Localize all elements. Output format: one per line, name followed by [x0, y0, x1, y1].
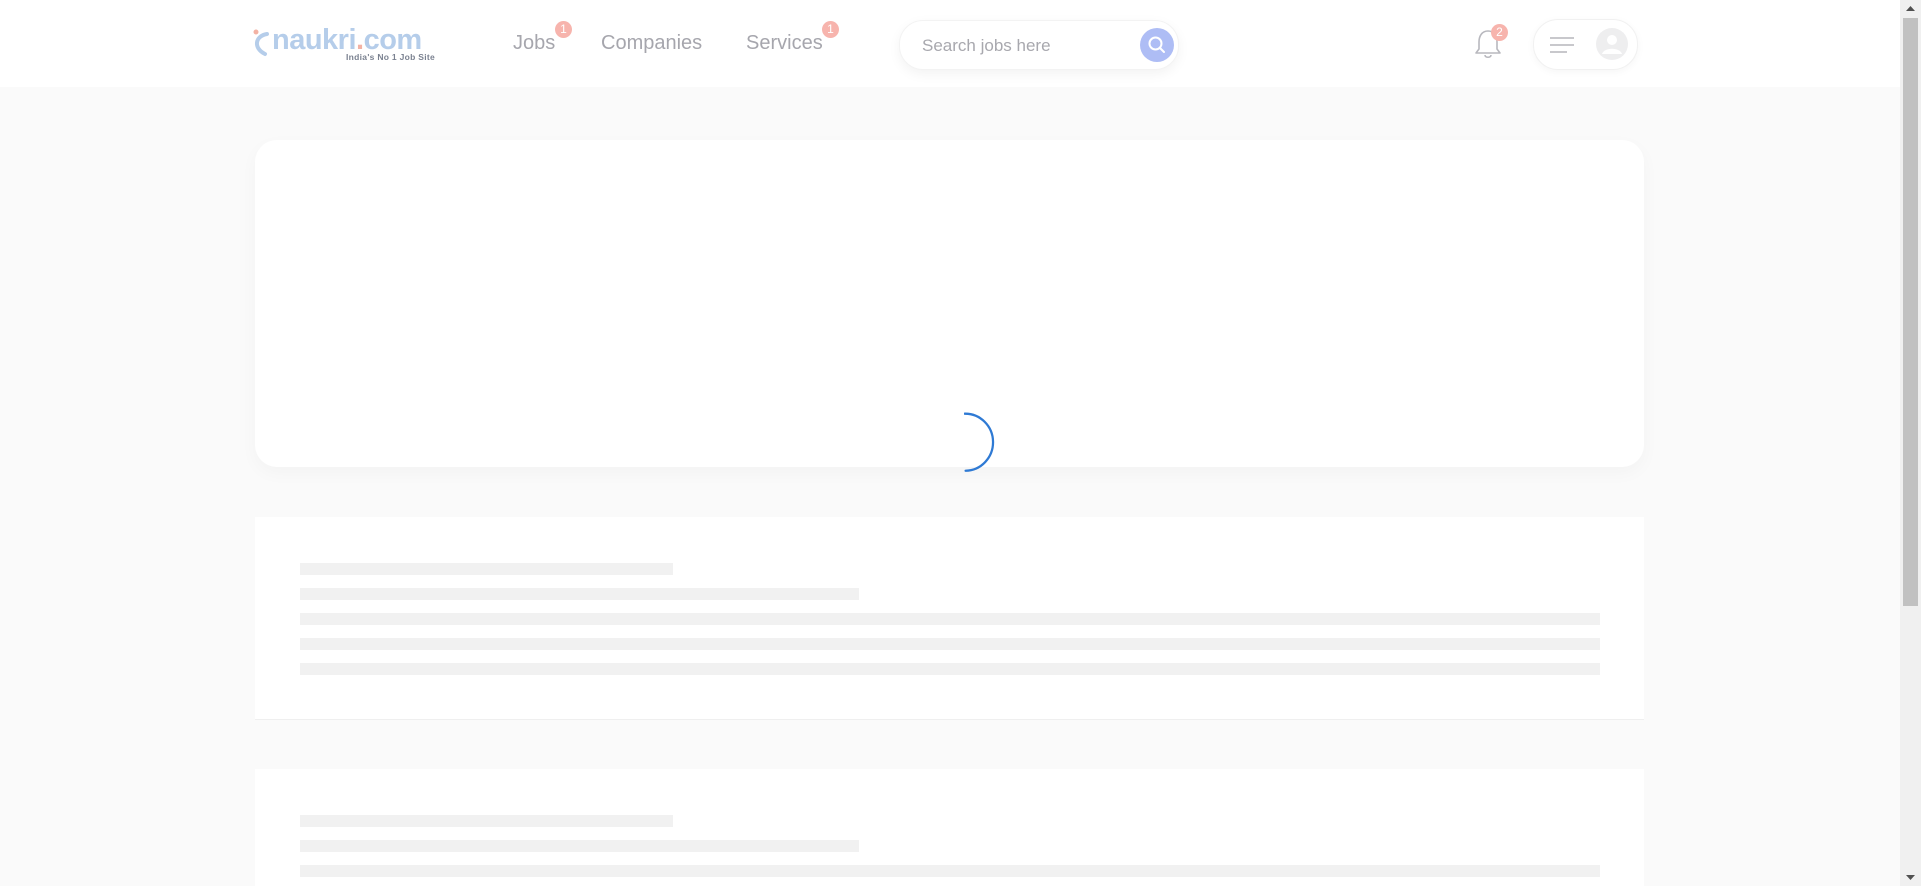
- notifications-count-badge: 2: [1491, 24, 1508, 41]
- nav-jobs-label: Jobs: [513, 32, 556, 54]
- vertical-scrollbar[interactable]: [1900, 0, 1921, 886]
- jobs-count-badge: 1: [555, 21, 572, 38]
- naukri-logo[interactable]: naukri.com India's No 1 Job Site: [253, 24, 440, 64]
- logo-tagline: India's No 1 Job Site: [346, 52, 436, 62]
- nav-services[interactable]: Services 1: [746, 21, 839, 56]
- search-button[interactable]: [1140, 28, 1174, 62]
- skeleton-card: [255, 769, 1644, 886]
- top-navigation-bar: naukri.com India's No 1 Job Site Jobs 1 …: [0, 0, 1900, 87]
- nav-companies-label: Companies: [601, 32, 703, 54]
- profile-summary-card-placeholder: [255, 140, 1644, 467]
- skeleton-card: [255, 517, 1644, 720]
- skeleton-line: [300, 613, 1600, 625]
- skeleton-line: [300, 563, 673, 575]
- services-count-badge: 1: [822, 21, 839, 38]
- scroll-down-arrow-icon[interactable]: [1900, 869, 1921, 886]
- nav-jobs[interactable]: Jobs 1: [513, 21, 572, 56]
- skeleton-line: [300, 840, 859, 852]
- search-icon: [1148, 36, 1165, 53]
- loading-spinner-icon: [964, 412, 995, 472]
- skeleton-line: [300, 663, 1600, 675]
- search-input[interactable]: [920, 33, 1124, 59]
- scrollbar-thumb[interactable]: [1903, 18, 1918, 606]
- nav-services-label: Services: [746, 32, 823, 54]
- scroll-up-arrow-icon[interactable]: [1900, 0, 1921, 17]
- skeleton-line: [300, 588, 859, 600]
- user-avatar-icon: [1596, 28, 1628, 60]
- hamburger-icon: [1550, 37, 1574, 53]
- nav-companies[interactable]: Companies: [601, 30, 702, 56]
- skeleton-line: [300, 865, 1600, 877]
- job-search-bar: [899, 20, 1179, 70]
- logo-swoosh-icon: [253, 29, 269, 56]
- skeleton-line: [300, 638, 1600, 650]
- profile-menu[interactable]: [1533, 19, 1638, 70]
- skeleton-line: [300, 815, 673, 827]
